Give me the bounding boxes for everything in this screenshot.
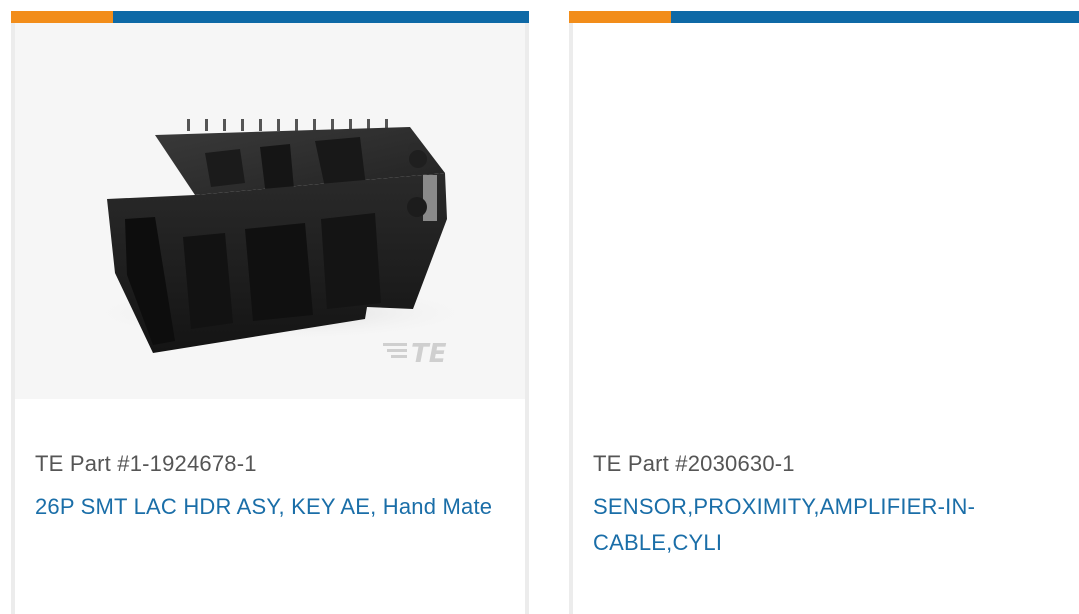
product-card[interactable]: TE Part #2030630-1 SENSOR,PROXIMITY,AMPL… (569, 11, 1079, 614)
product-card[interactable]: TE TE Part #1-1924678-1 26P SMT LAC HDR … (11, 11, 529, 614)
part-number: TE Part #1-1924678-1 (35, 451, 257, 476)
accent-orange-segment (569, 11, 671, 23)
product-title-link[interactable]: SENSOR,PROXIMITY,AMPLIFIER-IN-CABLE,CYLI (593, 489, 1071, 561)
part-number: TE Part #2030630-1 (593, 451, 795, 476)
svg-text:TE: TE (411, 339, 447, 369)
product-title-link[interactable]: 26P SMT LAC HDR ASY, KEY AE, Hand Mate (35, 489, 517, 525)
connector-image: TE (80, 119, 480, 369)
card-accent-bar (11, 11, 529, 23)
product-image[interactable]: TE (15, 23, 525, 399)
card-accent-bar (569, 11, 1079, 23)
accent-blue-segment (113, 11, 529, 23)
accent-blue-segment (671, 11, 1079, 23)
product-image[interactable] (573, 23, 1079, 399)
accent-orange-segment (11, 11, 113, 23)
te-logo: TE (383, 339, 447, 369)
